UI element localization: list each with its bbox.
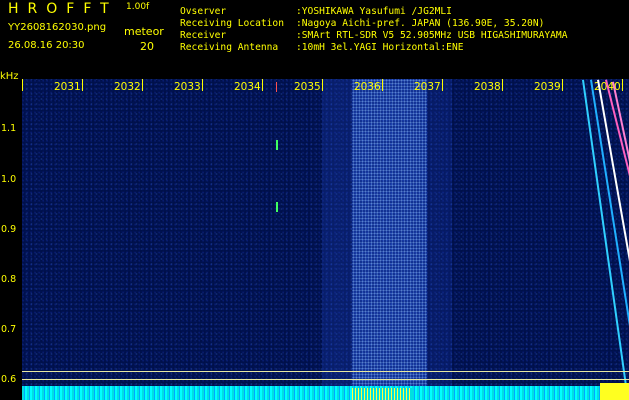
x-tick xyxy=(262,79,263,91)
meteor-count: 20 xyxy=(140,40,154,53)
info-value: :Nagoya Aichi-pref. JAPAN (136.90E, 35.2… xyxy=(296,18,545,29)
app-version: 1.00f xyxy=(126,2,150,12)
x-tick-label: 2035 xyxy=(294,81,321,93)
x-tick xyxy=(502,79,503,91)
x-tick xyxy=(382,79,383,91)
info-key: Receiver xyxy=(180,30,227,41)
x-tick-label: 2032 xyxy=(114,81,141,93)
x-tick-label: 2038 xyxy=(474,81,501,93)
y-tick-label: 1.1 xyxy=(1,123,17,134)
x-tick xyxy=(442,79,443,91)
y-axis: 1.1 1.0 0.9 0.8 0.7 0.6 xyxy=(0,79,22,400)
background-noise xyxy=(22,79,629,400)
x-tick-label: 2031 xyxy=(54,81,81,93)
y-tick-label: 0.6 xyxy=(1,374,17,385)
station-info: Ovserver :YOSHIKAWA Yasufumi /JG2MLI Rece… xyxy=(180,6,567,54)
reference-line xyxy=(22,379,629,380)
signal-baseline xyxy=(22,386,629,400)
y-tick-label: 1.0 xyxy=(1,174,17,185)
info-row-observer: Ovserver :YOSHIKAWA Yasufumi /JG2MLI xyxy=(180,6,567,18)
marker-green xyxy=(276,202,278,212)
x-tick xyxy=(322,79,323,91)
signal-peaks xyxy=(600,383,629,400)
info-value: :SMArt RTL-SDR V5 52.905MHz USB HIGASHIM… xyxy=(296,30,568,41)
app-title: HROFFT xyxy=(8,1,118,17)
info-key: Receiving Location xyxy=(180,18,284,29)
spectrogram xyxy=(22,79,629,400)
x-tick xyxy=(622,79,623,91)
x-tick xyxy=(82,79,83,91)
x-tick xyxy=(142,79,143,91)
info-value: :10mH 3el.YAGI Horizontal:ENE xyxy=(296,42,464,53)
header-panel: HROFFT 1.00f YY2608162030.png meteor 26.… xyxy=(0,0,629,76)
y-tick-label: 0.8 xyxy=(1,274,17,285)
x-tick-label: 2036 xyxy=(354,81,381,93)
x-tick-label: 2039 xyxy=(534,81,561,93)
info-row-antenna: Receiving Antenna :10mH 3el.YAGI Horizont… xyxy=(180,42,567,54)
info-key: Receiving Antenna xyxy=(180,42,279,53)
info-row-location: Receiving Location :Nagoya Aichi-pref. JA… xyxy=(180,18,567,30)
x-tick xyxy=(202,79,203,91)
marker-green xyxy=(276,140,278,150)
x-tick xyxy=(22,79,23,91)
reference-line xyxy=(22,371,629,372)
signal-peaks xyxy=(352,388,412,400)
x-tick xyxy=(562,79,563,91)
x-tick-label: 2034 xyxy=(234,81,261,93)
y-tick-label: 0.7 xyxy=(1,324,17,335)
file-name: YY2608162030.png xyxy=(8,22,107,33)
marker-red xyxy=(276,82,277,92)
date-time: 26.08.16 20:30 xyxy=(8,40,85,51)
info-key: Ovserver xyxy=(180,6,227,17)
meteor-label: meteor xyxy=(124,25,164,38)
x-tick-label: 2037 xyxy=(414,81,441,93)
info-row-receiver: Receiver :SMArt RTL-SDR V5 52.905MHz USB … xyxy=(180,30,567,42)
info-value: :YOSHIKAWA Yasufumi /JG2MLI xyxy=(296,6,452,17)
x-tick-label: 2033 xyxy=(174,81,201,93)
y-tick-label: 0.9 xyxy=(1,224,17,235)
